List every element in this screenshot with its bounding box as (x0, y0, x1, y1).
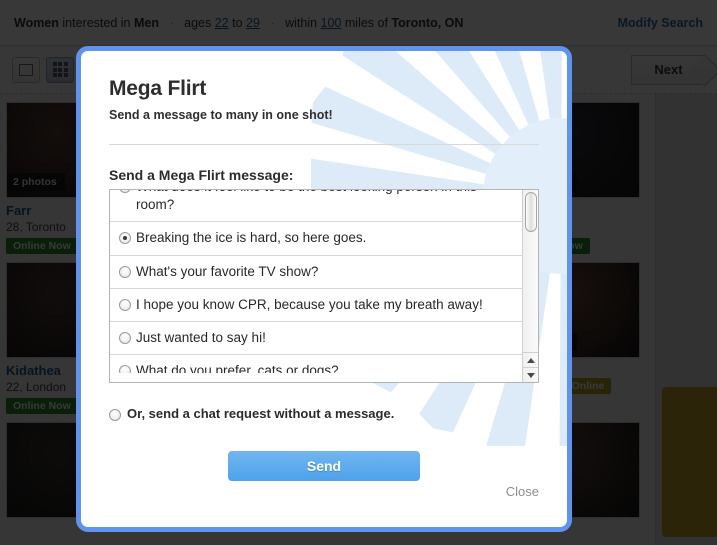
message-options-list[interactable]: What does it feel like to be the best lo… (109, 189, 539, 383)
scrollbar-thumb[interactable] (525, 192, 537, 232)
message-option-radio[interactable] (119, 265, 131, 278)
message-option-label: Breaking the ice is hard, so here goes. (136, 230, 367, 246)
no-message-label: Or, send a chat request without a messag… (127, 406, 395, 421)
no-message-option[interactable]: Or, send a chat request without a messag… (109, 406, 539, 421)
message-option-label: I hope you know CPR, because you take my… (136, 296, 483, 312)
triangle-up-icon (527, 357, 535, 363)
message-section-label: Send a Mega Flirt message: (109, 167, 294, 183)
scroll-up-button[interactable] (523, 352, 538, 367)
message-option-row[interactable]: Just wanted to say hi! (110, 322, 522, 356)
message-option-radio[interactable] (119, 232, 131, 245)
triangle-down-icon (527, 372, 535, 378)
scroll-down-button[interactable] (523, 367, 538, 382)
dialog-subtitle: Send a message to many in one shot! (109, 108, 333, 122)
message-list-scrollbar[interactable] (522, 190, 538, 382)
close-link[interactable]: Close (506, 484, 539, 499)
message-option-row[interactable]: I hope you know CPR, because you take my… (110, 289, 522, 323)
message-option-row[interactable]: What do you prefer, cats or dogs? (110, 355, 522, 373)
message-option-radio[interactable] (119, 298, 131, 311)
message-option-radio[interactable] (119, 365, 131, 373)
mega-flirt-dialog: Mega Flirt Send a message to many in one… (76, 46, 572, 532)
message-option-label: Just wanted to say hi! (136, 330, 266, 346)
message-option-label: What's your favorite TV show? (136, 263, 319, 279)
message-option-radio[interactable] (119, 190, 131, 193)
message-option-row[interactable]: What's your favorite TV show? (110, 256, 522, 289)
message-option-label: What does it feel like to be the best lo… (136, 190, 477, 213)
message-option-label: What do you prefer, cats or dogs? (136, 363, 339, 373)
message-option-row[interactable]: Breaking the ice is hard, so here goes. (110, 222, 522, 256)
dialog-title: Mega Flirt (109, 77, 207, 100)
divider (109, 144, 539, 145)
message-option-row[interactable]: What does it feel like to be the best lo… (110, 190, 522, 223)
send-button[interactable]: Send (228, 451, 420, 481)
no-message-radio[interactable] (109, 409, 121, 421)
message-option-radio[interactable] (119, 332, 131, 345)
